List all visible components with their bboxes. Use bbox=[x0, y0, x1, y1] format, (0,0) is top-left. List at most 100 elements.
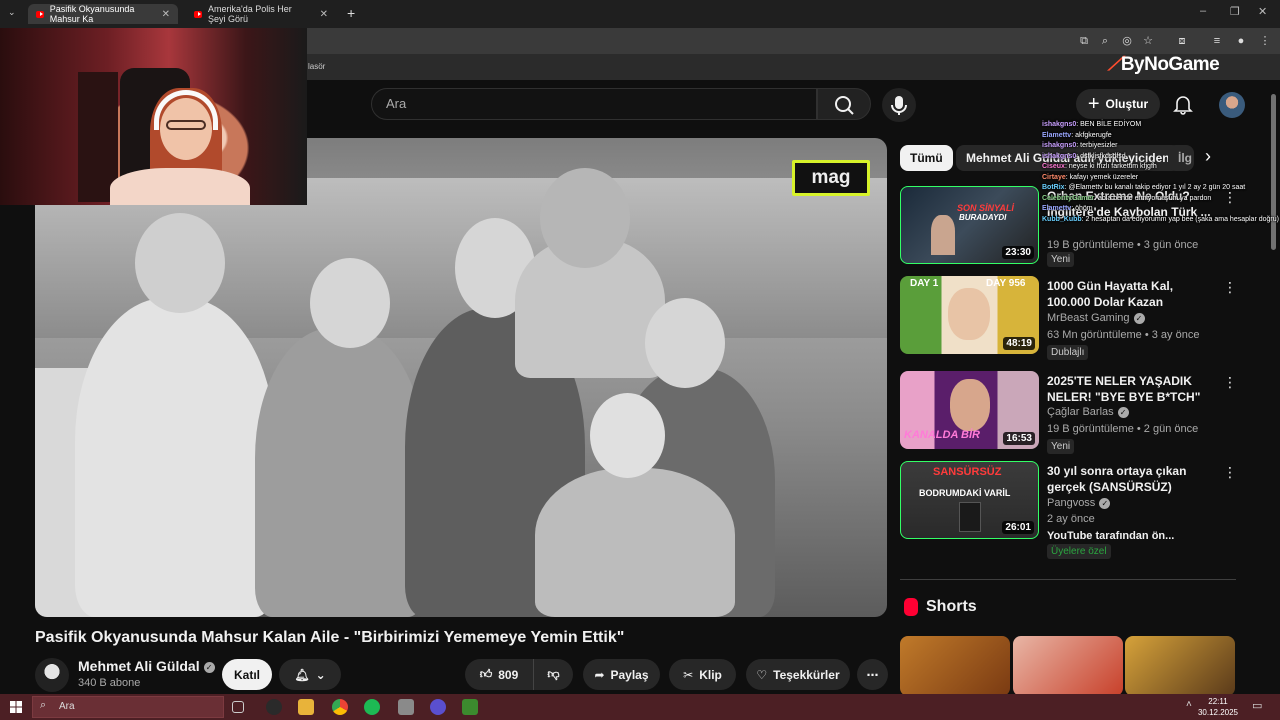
more-horizontal-icon: ⋯ bbox=[866, 667, 879, 682]
tab-active[interactable]: Pasifik Okyanusunda Mahsur Ka ✕ bbox=[28, 4, 178, 24]
like-button[interactable]: 👍︎ 809 bbox=[465, 659, 533, 690]
join-button[interactable]: Katıl bbox=[222, 659, 272, 690]
chrome-icon[interactable] bbox=[332, 699, 348, 715]
channel-label[interactable]: Çağlar Barlas bbox=[1047, 406, 1114, 418]
video-player[interactable] bbox=[35, 138, 887, 617]
new-tab-button[interactable]: + bbox=[347, 5, 355, 21]
create-button[interactable]: + Oluştur bbox=[1076, 89, 1160, 119]
chat-user: Ciseux bbox=[1042, 163, 1065, 170]
clock-date: 30.12.2025 bbox=[1197, 708, 1239, 717]
create-label: Oluştur bbox=[1105, 97, 1149, 111]
thumb-caption: BODRUMDAKİ VARİL bbox=[919, 488, 1011, 498]
thumb-caption: SON SİNYALİ bbox=[957, 203, 1014, 213]
notification-settings-button[interactable]: 🔔︎ ⌄ bbox=[279, 659, 341, 690]
recommendation-channel[interactable]: Çağlar Barlas ✓ bbox=[1047, 406, 1129, 418]
app-icon[interactable] bbox=[266, 699, 282, 715]
tab-label: Pasifik Okyanusunda Mahsur Ka bbox=[49, 4, 135, 24]
file-explorer-icon[interactable] bbox=[298, 699, 314, 715]
more-vertical-icon[interactable]: ⋮ bbox=[1223, 374, 1237, 391]
video-thumbnail[interactable]: KANALDA BİR 16:53 bbox=[900, 371, 1039, 449]
thumb-person bbox=[931, 215, 955, 255]
recommendation-item[interactable]: DAY 1 DAY 956 48:19 1000 Gün Hayatta Kal… bbox=[900, 276, 1240, 360]
tab-list-icon[interactable]: ⌄ bbox=[8, 7, 16, 18]
star-icon[interactable]: ☆ bbox=[1141, 34, 1155, 48]
task-view-icon[interactable] bbox=[232, 701, 244, 713]
share-icon: ➦ bbox=[594, 667, 605, 682]
channel-label[interactable]: Pangvoss bbox=[1047, 497, 1095, 509]
video-title: Pasifik Okyanusunda Mahsur Kalan Aile - … bbox=[35, 629, 625, 646]
zoom-icon[interactable]: ⌕ bbox=[1098, 34, 1112, 48]
eye-off-icon[interactable]: ◎ bbox=[1120, 34, 1134, 48]
video-person bbox=[255, 328, 425, 617]
profile-icon[interactable]: ● bbox=[1234, 34, 1248, 48]
video-thumbnail[interactable]: SON SİNYALİ BURADAYDI 23:30 bbox=[900, 186, 1039, 264]
obs-icon[interactable] bbox=[430, 699, 446, 715]
notifications-button[interactable] bbox=[1172, 93, 1194, 115]
youtube-icon bbox=[194, 10, 203, 18]
clip-button[interactable]: ✂ Klip bbox=[669, 659, 736, 690]
video-thumbnail[interactable]: DAY 1 DAY 956 48:19 bbox=[900, 276, 1039, 354]
chat-message: ishakgns0: BEN BİLE EDİYOM bbox=[1042, 120, 1280, 131]
short-thumbnail[interactable] bbox=[900, 636, 1010, 696]
more-actions-button[interactable]: ⋯ bbox=[857, 659, 888, 690]
verified-icon: ✓ bbox=[1117, 406, 1129, 418]
dislike-button[interactable]: 👎︎ bbox=[533, 659, 573, 690]
recommendation-channel[interactable]: Pangvoss ✓ bbox=[1047, 497, 1111, 509]
video-thumbnail[interactable]: SANSÜRSÜZ BODRUMDAKİ VARİL 26:01 bbox=[900, 461, 1039, 539]
account-avatar[interactable] bbox=[1219, 92, 1245, 118]
channel-avatar[interactable] bbox=[35, 658, 69, 692]
app-icon[interactable] bbox=[398, 699, 414, 715]
short-thumbnail[interactable] bbox=[1125, 636, 1235, 696]
channel-name-text[interactable]: Mehmet Ali Güldal bbox=[78, 658, 200, 674]
streamer-webcam bbox=[0, 28, 307, 205]
chat-user: Cirtaye bbox=[1042, 173, 1066, 181]
recommendation-title[interactable]: 1000 Gün Hayatta Kal, 100.000 Dolar Kaza… bbox=[1047, 278, 1215, 310]
recommendation-title[interactable]: 30 yıl sonra ortaya çıkan gerçek (SANSÜR… bbox=[1047, 463, 1215, 495]
youtube-icon bbox=[36, 10, 44, 18]
minecraft-icon[interactable] bbox=[462, 699, 478, 715]
search-button[interactable] bbox=[817, 88, 871, 120]
more-vertical-icon[interactable]: ⋮ bbox=[1223, 279, 1237, 296]
reading-list-icon[interactable]: ≡ bbox=[1210, 34, 1224, 48]
chat-message: Cirtaye: kafayı yemek üzereler bbox=[1042, 173, 1280, 184]
scissors-icon: ✂ bbox=[683, 667, 694, 682]
extensions-icon[interactable]: ⧈ bbox=[1175, 34, 1189, 48]
notification-icon[interactable]: ▭ bbox=[1252, 699, 1262, 712]
restore-icon[interactable]: ❐ bbox=[1230, 5, 1240, 18]
menu-icon[interactable]: ⋮ bbox=[1258, 34, 1272, 48]
channel-name[interactable]: Mehmet Ali Güldal ✓ bbox=[78, 658, 215, 674]
taskbar-search-input[interactable]: Ara bbox=[32, 696, 224, 718]
recommendation-channel[interactable]: MrBeast Gaming ✓ bbox=[1047, 312, 1145, 324]
bookmark-folder[interactable]: lasör bbox=[308, 62, 325, 71]
chevron-up-icon[interactable]: ˄ bbox=[1186, 699, 1192, 710]
dubbed-badge: Dublajlı bbox=[1047, 345, 1089, 360]
share-label: Paylaş bbox=[610, 667, 649, 682]
short-thumbnail[interactable] bbox=[1013, 636, 1123, 696]
minimize-icon[interactable]: – bbox=[1200, 5, 1206, 17]
recommendation-title[interactable]: 2025'TE NELER YAŞADIK NELER! "BYE BYE B*… bbox=[1047, 373, 1215, 405]
close-icon[interactable]: ✕ bbox=[320, 9, 328, 20]
recommendation-item[interactable]: SANSÜRSÜZ BODRUMDAKİ VARİL 26:01 30 yıl … bbox=[900, 461, 1240, 561]
tab-inactive[interactable]: Amerika'da Polis Her Şeyi Görü ✕ bbox=[186, 4, 336, 24]
close-icon[interactable]: ✕ bbox=[162, 9, 170, 20]
chat-text: : dsfkljsfkdsdfsd bbox=[1076, 152, 1126, 160]
channel-label[interactable]: MrBeast Gaming bbox=[1047, 312, 1130, 324]
bynogame-logo: ⟋ByNoGame bbox=[1108, 54, 1220, 75]
thanks-button[interactable]: ♡ Teşekkürler bbox=[746, 659, 850, 690]
close-window-icon[interactable]: ✕ bbox=[1258, 5, 1267, 18]
browser-tab-bar: ⌄ Pasifik Okyanusunda Mahsur Ka ✕ Amerik… bbox=[0, 0, 1280, 28]
windows-start-icon[interactable] bbox=[10, 701, 22, 713]
chip-all[interactable]: Tümü bbox=[900, 145, 953, 171]
voice-search-button[interactable] bbox=[882, 88, 916, 122]
share-button[interactable]: ➦ Paylaş bbox=[583, 659, 660, 690]
cast-icon[interactable]: ⧉ bbox=[1077, 34, 1091, 48]
more-vertical-icon[interactable]: ⋮ bbox=[1223, 464, 1237, 481]
search-input[interactable]: Ara bbox=[371, 88, 817, 120]
clock[interactable]: 22:11 30.12.2025 bbox=[1196, 696, 1240, 718]
video-person bbox=[75, 298, 275, 617]
chat-text: : terbiyesizler bbox=[1076, 142, 1118, 149]
recommendation-item[interactable]: KANALDA BİR 16:53 2025'TE NELER YAŞADIK … bbox=[900, 371, 1240, 454]
recommendation-meta: 63 Mn görüntüleme • 3 ay önce bbox=[1047, 329, 1200, 341]
windows-taskbar: Ara ⌕ ˄ ▭ bbox=[0, 694, 1280, 720]
spotify-icon[interactable] bbox=[364, 699, 380, 715]
